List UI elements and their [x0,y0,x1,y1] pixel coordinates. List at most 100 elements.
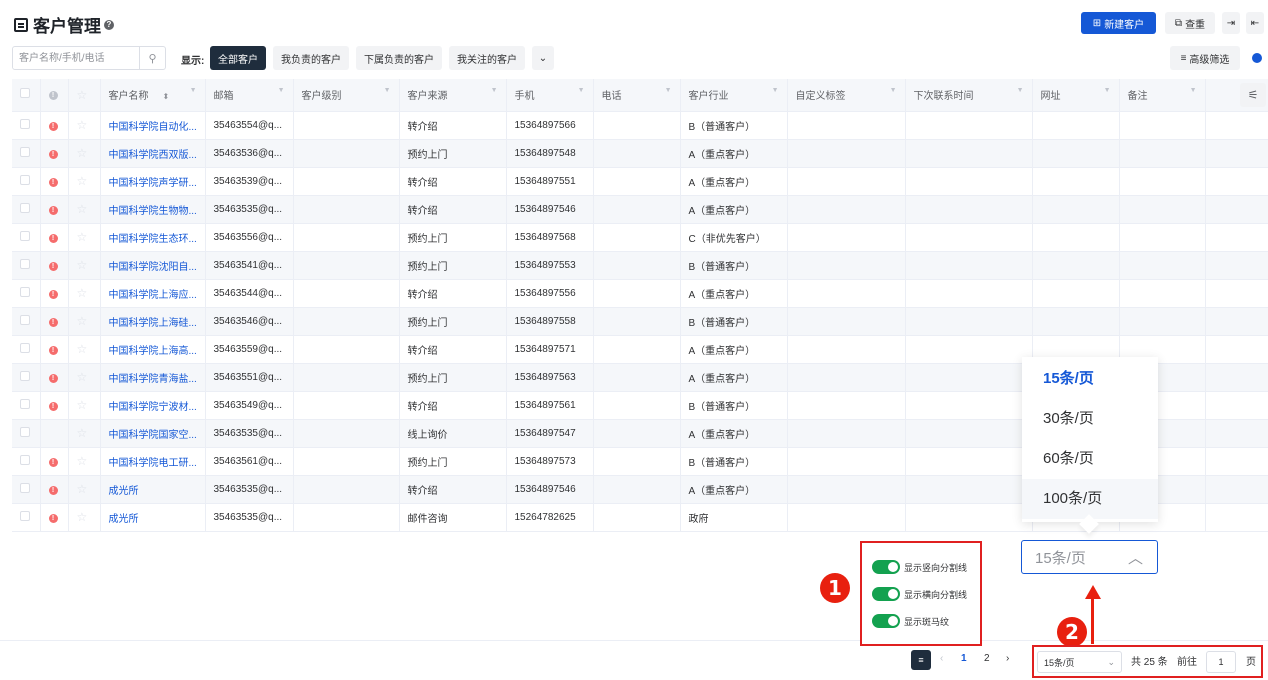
filter-caret-icon[interactable]: ▼ [1104,87,1111,94]
page-size-option-100[interactable]: 100条/页 [1022,479,1158,519]
star-icon[interactable]: ☆ [77,118,88,132]
duplicate-check-button[interactable]: ⧉ 查重 [1165,12,1215,34]
col-website[interactable]: 网址 ▼ [1032,79,1120,112]
row-checkbox[interactable] [20,314,30,325]
filter-caret-icon[interactable]: ▼ [772,87,779,94]
table-row[interactable]: ! ☆ 中国科学院生物物... 35463535@q... 转介绍 15364897546… [12,195,1268,224]
col-remark[interactable]: 备注 ▼ [1119,79,1206,112]
customer-name-link[interactable]: 中国科学院生态环... [109,234,197,245]
advanced-filter-button[interactable]: ≡ 高级筛选 [1170,46,1240,70]
filter-caret-icon[interactable]: ▼ [578,87,585,94]
star-icon[interactable]: ☆ [77,482,88,496]
col-name[interactable]: 客户名称 ⬍ ▼ [100,79,206,112]
cell-name[interactable]: 中国科学院生态环... [100,223,206,252]
row-select-cell[interactable] [12,111,41,140]
star-icon[interactable]: ☆ [77,342,88,356]
column-settings-button[interactable]: ⚟ [1240,83,1266,107]
customer-name-link[interactable]: 中国科学院宁波材... [109,402,197,413]
tab-followed-customers[interactable]: 我关注的客户 [449,46,525,70]
row-select-cell[interactable] [12,363,41,392]
table-row[interactable]: ! ☆ 中国科学院上海应... 35463544@q... 转介绍 15364897556… [12,279,1268,308]
cell-name[interactable]: 中国科学院生物物... [100,195,206,224]
row-select-cell[interactable] [12,475,41,504]
star-icon[interactable]: ☆ [77,398,88,412]
row-star-cell[interactable]: ☆ [68,167,101,196]
row-select-cell[interactable] [12,195,41,224]
star-icon[interactable]: ☆ [77,230,88,244]
col-industry[interactable]: 客户行业 ▼ [680,79,788,112]
toggle-zebra-stripes[interactable]: 显示斑马纹 [872,611,980,631]
goto-page-input[interactable]: 1 [1206,651,1236,673]
search-icon[interactable]: ⚲ [139,47,165,69]
cell-name[interactable]: 中国科学院声学研... [100,167,206,196]
row-star-cell[interactable]: ☆ [68,363,101,392]
tab-all-customers[interactable]: 全部客户 [210,46,266,70]
next-page-button[interactable]: › [1006,653,1009,664]
customer-name-link[interactable]: 中国科学院声学研... [109,178,197,189]
row-select-cell[interactable] [12,167,41,196]
filter-caret-icon[interactable]: ▼ [278,87,285,94]
filter-caret-icon[interactable]: ▼ [384,87,391,94]
cell-name[interactable]: 中国科学院沈阳自... [100,251,206,280]
row-select-cell[interactable] [12,419,41,448]
cell-name[interactable]: 中国科学院青海盐... [100,363,206,392]
customer-name-link[interactable]: 中国科学院自动化... [109,122,197,133]
star-icon[interactable]: ☆ [77,258,88,272]
col-next-contact[interactable]: 下次联系时间 ▼ [905,79,1033,112]
row-star-cell[interactable]: ☆ [68,195,101,224]
col-tags[interactable]: 自定义标签 ▼ [787,79,906,112]
row-checkbox[interactable] [20,118,30,129]
row-select-cell[interactable] [12,139,41,168]
row-select-cell[interactable] [12,391,41,420]
star-icon[interactable]: ☆ [77,202,88,216]
toggle-vertical-lines[interactable]: 显示竖向分割线 [872,557,980,577]
row-checkbox[interactable] [20,258,30,269]
customer-name-link[interactable]: 中国科学院西双版... [109,150,197,161]
customer-name-link[interactable]: 中国科学院沈阳自... [109,262,197,273]
customer-name-link[interactable]: 中国科学院电工研... [109,458,197,469]
row-checkbox[interactable] [20,202,30,213]
row-star-cell[interactable]: ☆ [68,307,101,336]
cell-name[interactable]: 中国科学院电工研... [100,447,206,476]
sort-icon[interactable]: ⬍ [163,92,170,101]
row-select-cell[interactable] [12,251,41,280]
customer-name-link[interactable]: 中国科学院上海高... [109,346,197,357]
row-checkbox[interactable] [20,510,30,521]
star-icon[interactable]: ☆ [77,426,88,440]
row-checkbox[interactable] [20,342,30,353]
star-icon[interactable]: ☆ [77,510,88,524]
help-icon[interactable]: ? [104,19,114,30]
search-input[interactable] [13,48,139,68]
customer-name-link[interactable]: 中国科学院国家空... [109,430,197,441]
page-size-option-60[interactable]: 60条/页 [1022,439,1158,479]
col-source[interactable]: 客户来源 ▼ [399,79,507,112]
table-row[interactable]: ! ☆ 中国科学院沈阳自... 35463541@q... 预约上门 1536489755… [12,251,1268,280]
new-customer-button[interactable]: ⊞ 新建客户 [1081,12,1156,34]
row-star-cell[interactable]: ☆ [68,335,101,364]
cell-name[interactable]: 中国科学院自动化... [100,111,206,140]
row-select-cell[interactable] [12,335,41,364]
horizontal-lines-switch[interactable] [872,587,900,601]
page-2-button[interactable]: 2 [984,653,990,664]
cell-name[interactable]: 成光所 [100,475,206,504]
star-icon[interactable]: ☆ [77,370,88,384]
row-star-cell[interactable]: ☆ [68,503,101,532]
star-icon[interactable]: ☆ [77,286,88,300]
col-level[interactable]: 客户级别 ▼ [293,79,400,112]
row-star-cell[interactable]: ☆ [68,111,101,140]
row-checkbox[interactable] [20,230,30,241]
row-star-cell[interactable]: ☆ [68,391,101,420]
cell-name[interactable]: 中国科学院上海高... [100,335,206,364]
customer-name-link[interactable]: 中国科学院上海硅... [109,318,197,329]
row-star-cell[interactable]: ☆ [68,279,101,308]
row-checkbox[interactable] [20,482,30,493]
prev-page-button[interactable]: ‹ [940,653,943,664]
row-checkbox[interactable] [20,286,30,297]
row-checkbox[interactable] [20,146,30,157]
row-select-cell[interactable] [12,447,41,476]
filter-caret-icon[interactable]: ▼ [890,87,897,94]
table-row[interactable]: ! ☆ 中国科学院声学研... 35463539@q... 转介绍 15364897551… [12,167,1268,196]
list-view-button[interactable]: ≡ [911,650,931,670]
table-row[interactable]: ! ☆ 中国科学院西双版... 35463536@q... 预约上门 1536489754… [12,139,1268,168]
filter-caret-icon[interactable]: ▼ [190,87,197,94]
